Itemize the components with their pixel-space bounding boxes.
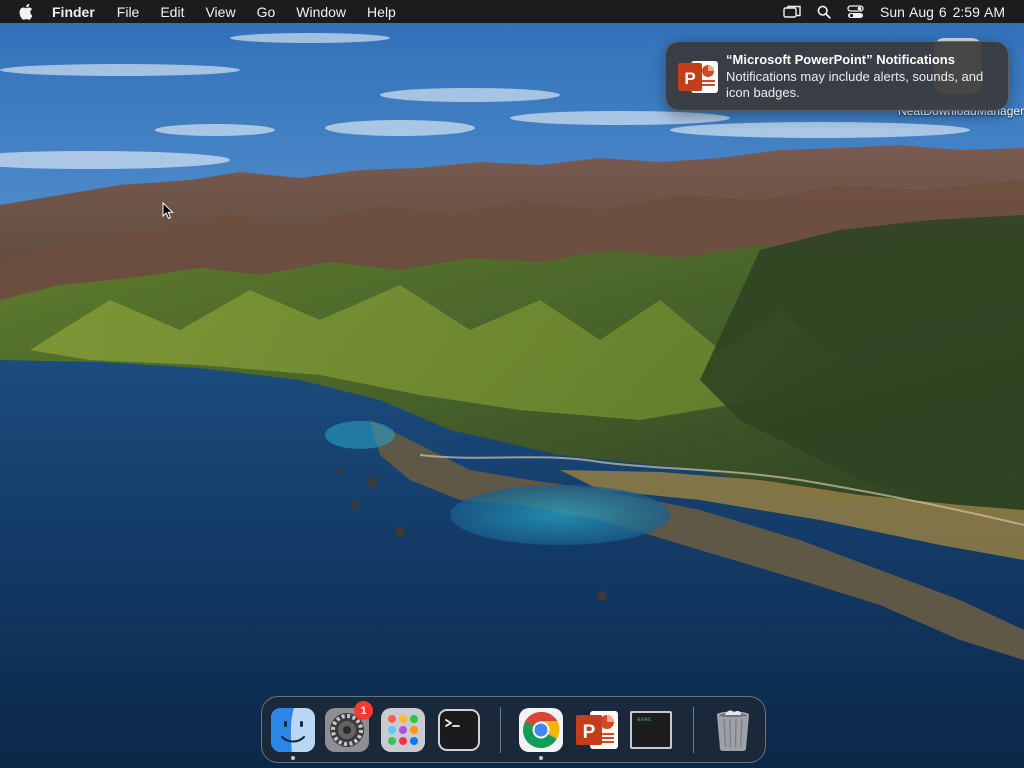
clock-date: Sun Aug 6 [880,3,947,20]
exec-terminal-icon: exec [630,711,672,749]
dock: 1 P exec [261,696,766,763]
finder-icon [271,708,315,752]
finder-running-indicator [291,756,295,760]
notification-title: “Microsoft PowerPoint” Notifications [726,52,955,67]
powerpoint-icon: P [677,57,719,97]
control-center-icon[interactable] [847,4,864,19]
mouse-cursor-icon [162,201,174,225]
desktop-wallpaper [0,0,1024,768]
menu-file[interactable]: File [117,4,140,20]
menu-go[interactable]: Go [257,4,276,20]
menu-view[interactable]: View [205,4,235,20]
notification-banner[interactable]: P “Microsoft PowerPoint” Notifications N… [665,41,1009,111]
menu-app-name[interactable]: Finder [52,4,95,20]
screen-mirroring-icon[interactable] [783,5,801,19]
dock-terminal[interactable] [436,707,482,753]
chrome-icon [519,708,563,752]
dock-chrome[interactable] [518,707,564,753]
dock-exec[interactable]: exec [628,707,674,753]
notification-count-badge: 1 [354,701,373,720]
powerpoint-icon: P [576,711,618,749]
terminal-icon [438,709,480,751]
menu-edit[interactable]: Edit [160,4,184,20]
dock-divider [693,707,694,753]
exec-label: exec [637,716,652,723]
launchpad-icon [381,708,425,752]
dock-powerpoint[interactable]: P [574,707,620,753]
dock-divider [500,707,501,753]
apple-menu-icon[interactable] [18,3,34,21]
dock-launchpad[interactable] [380,707,426,753]
spotlight-search-icon[interactable] [817,5,831,19]
menu-bar: Finder File Edit View Go Window Help Sun… [0,0,1024,23]
clock-time: 2:59 AM [952,3,1005,20]
svg-text:P: P [583,722,596,743]
notification-body: Notifications may include alerts, sounds… [726,69,984,100]
chrome-running-indicator [539,756,543,760]
menu-clock[interactable]: Sun Aug 6 2:59 AM [880,4,1005,20]
trash-icon [717,710,749,752]
svg-text:P: P [684,69,695,88]
dock-finder[interactable] [270,707,316,753]
dock-trash[interactable] [710,707,756,753]
dock-system-preferences[interactable]: 1 [324,701,373,753]
menu-window[interactable]: Window [296,4,346,20]
menu-help[interactable]: Help [367,4,396,20]
